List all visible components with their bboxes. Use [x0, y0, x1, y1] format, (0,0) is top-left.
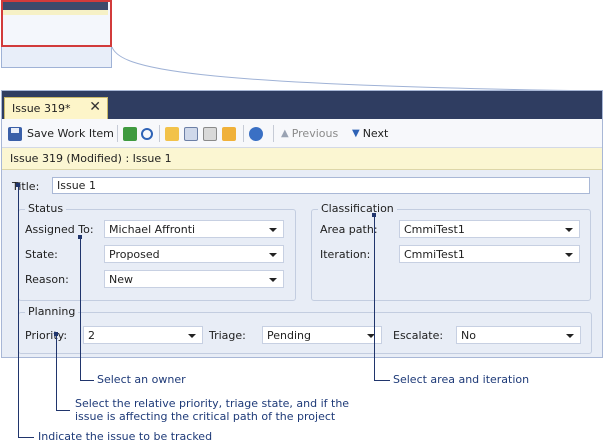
- reason-value: New: [109, 273, 133, 286]
- chevron-down-icon: [269, 253, 277, 257]
- assigned-to-label: Assigned To:: [25, 223, 94, 236]
- area-callout-line: [374, 215, 375, 380]
- work-item-form: Title: Issue 1 Status Assigned To: Micha…: [2, 171, 602, 357]
- chevron-down-icon: [565, 228, 573, 232]
- iteration-label: Iteration:: [320, 248, 371, 261]
- title-annotation: Indicate the issue to be tracked: [36, 430, 266, 445]
- previous-button[interactable]: ▲ Previous: [281, 125, 338, 142]
- chevron-down-icon: [269, 228, 277, 232]
- refresh-button[interactable]: [123, 125, 137, 142]
- reason-label: Reason:: [25, 273, 69, 286]
- item-status-text: Issue 319 (Modified) : Issue 1: [10, 152, 172, 165]
- priority-label: Priority:: [25, 329, 68, 342]
- down-arrow-icon: ▼: [352, 128, 360, 139]
- undo-button[interactable]: [141, 125, 153, 142]
- owner-annotation: Select an owner: [95, 373, 295, 388]
- area-annotation: Select area and iteration: [391, 373, 591, 388]
- owner-callout-line: [80, 237, 81, 380]
- priority-callout-line: [56, 334, 57, 410]
- owner-callout-line: [80, 380, 94, 381]
- help-icon: [249, 126, 263, 141]
- priority-callout-line: [56, 410, 70, 411]
- title-field[interactable]: Issue 1: [52, 177, 590, 194]
- zoom-connector: [111, 46, 604, 92]
- close-icon[interactable]: ✕: [89, 99, 101, 115]
- links-button[interactable]: [203, 125, 217, 142]
- reason-dropdown[interactable]: New: [104, 270, 284, 288]
- escalate-dropdown[interactable]: No: [456, 326, 581, 344]
- triage-value: Pending: [267, 329, 311, 342]
- iteration-value: CmmiTest1: [404, 248, 465, 261]
- tab-issue-319[interactable]: Issue 319* ✕: [4, 97, 108, 119]
- state-label: State:: [25, 248, 58, 261]
- chevron-down-icon: [566, 334, 574, 338]
- state-dropdown[interactable]: Proposed: [104, 245, 284, 263]
- priority-dropdown[interactable]: 2: [83, 326, 203, 344]
- new-linked-item-icon: [165, 126, 179, 141]
- priority-value: 2: [88, 329, 95, 342]
- previous-label: Previous: [291, 127, 339, 140]
- refresh-icon: [123, 126, 137, 141]
- new-linked-item-button[interactable]: [165, 125, 179, 142]
- save-icon: [8, 126, 22, 141]
- iteration-dropdown[interactable]: CmmiTest1: [399, 245, 580, 263]
- area-callout-line: [374, 380, 390, 381]
- title-callout-line: [18, 185, 19, 437]
- item-status-bar: Issue 319 (Modified) : Issue 1: [2, 148, 602, 170]
- area-path-label: Area path:: [320, 223, 378, 236]
- assigned-to-value: Michael Affronti: [109, 223, 196, 236]
- undo-icon: [141, 127, 153, 140]
- status-group-title: Status: [25, 202, 67, 215]
- save-label: Save Work Item: [27, 127, 114, 140]
- priority-annotation-line2: issue is affecting the critical path of …: [73, 410, 413, 425]
- planning-group-title: Planning: [25, 305, 79, 318]
- chevron-down-icon: [269, 278, 277, 282]
- tab-title: Issue 319*: [12, 102, 71, 115]
- next-button[interactable]: ▼ Next: [352, 125, 388, 142]
- copy-button[interactable]: [184, 125, 198, 142]
- chevron-down-icon: [188, 334, 196, 338]
- state-value: Proposed: [109, 248, 160, 261]
- email-icon: [222, 126, 236, 141]
- triage-label: Triage:: [209, 329, 246, 342]
- escalate-label: Escalate:: [393, 329, 444, 342]
- triage-dropdown[interactable]: Pending: [262, 326, 382, 344]
- area-path-dropdown[interactable]: CmmiTest1: [399, 220, 580, 238]
- document-tabstrip: Issue 319* ✕: [2, 91, 602, 119]
- classification-group-title: Classification: [318, 202, 397, 215]
- copy-icon: [184, 126, 198, 141]
- escalate-value: No: [461, 329, 476, 342]
- save-work-item-button[interactable]: Save Work Item: [8, 125, 114, 142]
- chevron-down-icon: [565, 253, 573, 257]
- links-icon: [203, 126, 217, 141]
- work-item-window: Issue 319* ✕ Save Work Item ▲ Previous ▼…: [1, 90, 603, 358]
- title-callout-line: [18, 437, 34, 438]
- next-label: Next: [362, 127, 389, 140]
- area-path-value: CmmiTest1: [404, 223, 465, 236]
- assigned-to-dropdown[interactable]: Michael Affronti: [104, 220, 284, 238]
- email-button[interactable]: [222, 125, 236, 142]
- toolbar: Save Work Item ▲ Previous ▼ Next: [2, 119, 602, 148]
- up-arrow-icon: ▲: [281, 128, 289, 139]
- help-button[interactable]: [249, 125, 263, 142]
